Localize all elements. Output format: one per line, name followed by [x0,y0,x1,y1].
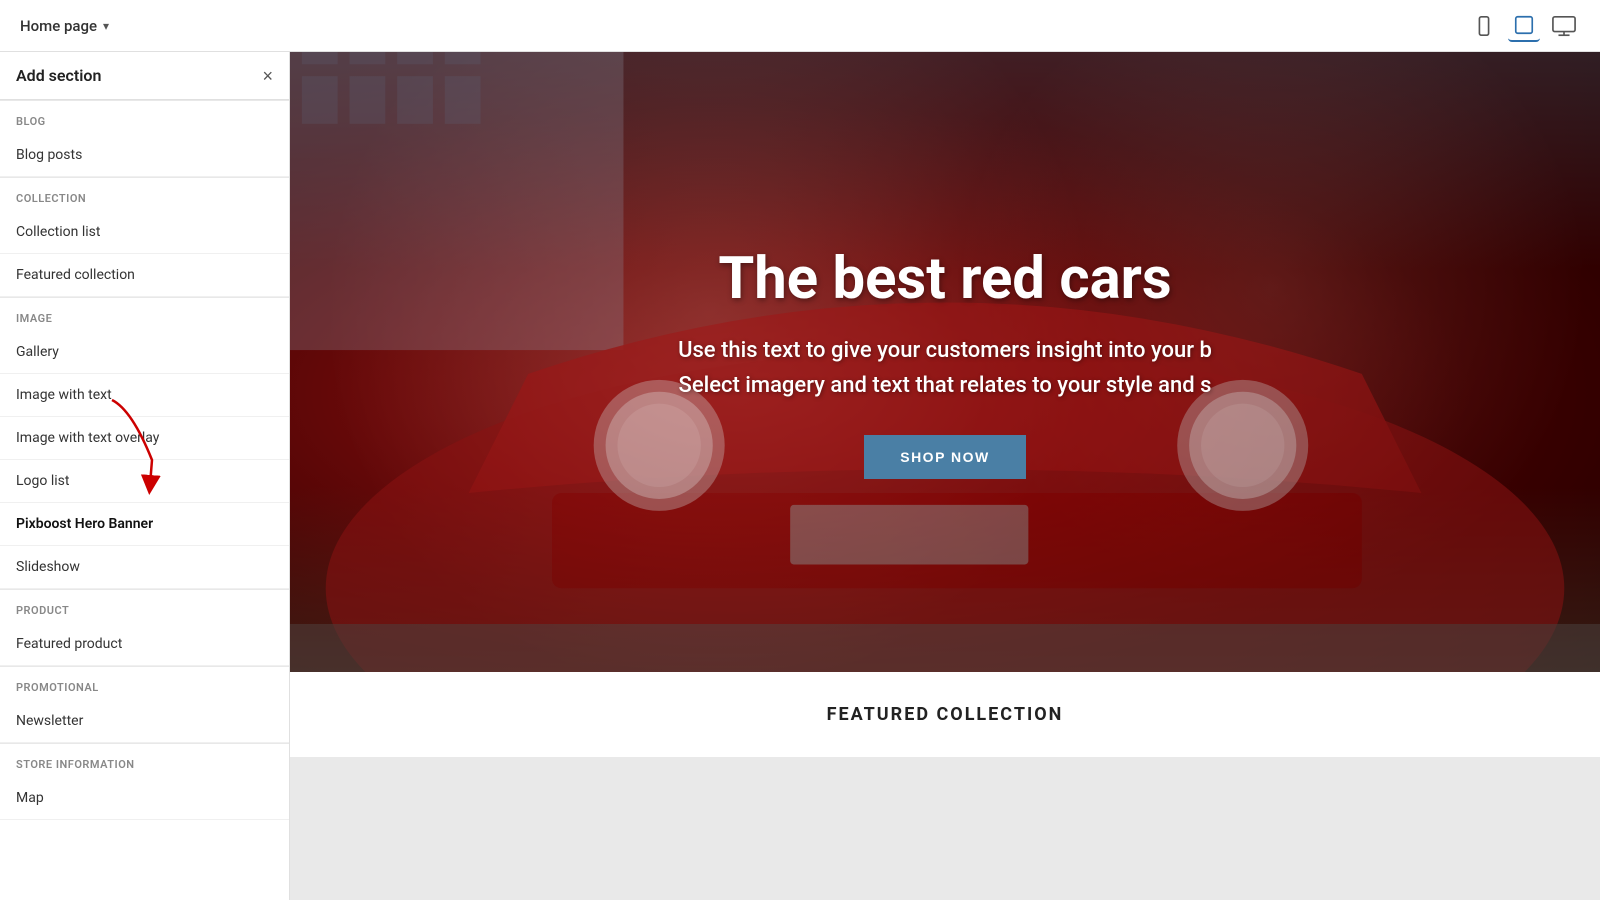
hero-subtitle: Use this text to give your customers ins… [678,333,1212,403]
section-label-promotional: PROMOTIONAL [0,666,289,700]
section-label-store-info: STORE INFORMATION [0,743,289,777]
view-controls [1468,10,1580,42]
main-layout: Add section × BLOG Blog posts COLLECTION… [0,52,1600,900]
sidebar-item-logo-list[interactable]: Logo list [0,460,289,503]
add-section-sidebar: Add section × BLOG Blog posts COLLECTION… [0,52,290,900]
sidebar-item-image-text-overlay[interactable]: Image with text overlay [0,417,289,460]
page-preview: The best red cars Use this text to give … [290,52,1600,900]
sidebar-item-slideshow[interactable]: Slideshow [0,546,289,589]
sidebar-item-featured-collection[interactable]: Featured collection [0,254,289,297]
sidebar-item-collection-list[interactable]: Collection list [0,211,289,254]
close-button[interactable]: × [262,67,273,85]
chevron-down-icon[interactable]: ▾ [103,19,109,33]
app-header: Home page ▾ [0,0,1600,52]
sidebar-item-featured-product[interactable]: Featured product [0,623,289,666]
sidebar-item-image-with-text[interactable]: Image with text [0,374,289,417]
sidebar-item-map[interactable]: Map [0,777,289,820]
mobile-view-button[interactable] [1468,10,1500,42]
shop-now-button[interactable]: SHOP NOW [864,435,1026,479]
page-selector[interactable]: Home page ▾ [20,17,109,35]
hero-overlay: The best red cars Use this text to give … [290,52,1600,672]
sidebar-item-blog-posts[interactable]: Blog posts [0,134,289,177]
desktop-view-button[interactable] [1548,10,1580,42]
section-label-product: PRODUCT [0,589,289,623]
tablet-view-button[interactable] [1508,10,1540,42]
featured-collection-title: FEATURED COLLECTION [827,704,1064,725]
page-title: Home page [20,17,97,35]
section-label-image: IMAGE [0,297,289,331]
sidebar-item-newsletter[interactable]: Newsletter [0,700,289,743]
featured-collection-section: FEATURED COLLECTION [290,672,1600,757]
sidebar-header: Add section × [0,52,289,100]
sidebar-item-pixboost-hero-banner[interactable]: Pixboost Hero Banner [0,503,289,546]
section-label-collection: COLLECTION [0,177,289,211]
sidebar-title: Add section [16,66,101,85]
hero-title: The best red cars [718,245,1171,313]
hero-section: The best red cars Use this text to give … [290,52,1600,672]
sidebar-item-gallery[interactable]: Gallery [0,331,289,374]
section-label-blog: BLOG [0,100,289,134]
